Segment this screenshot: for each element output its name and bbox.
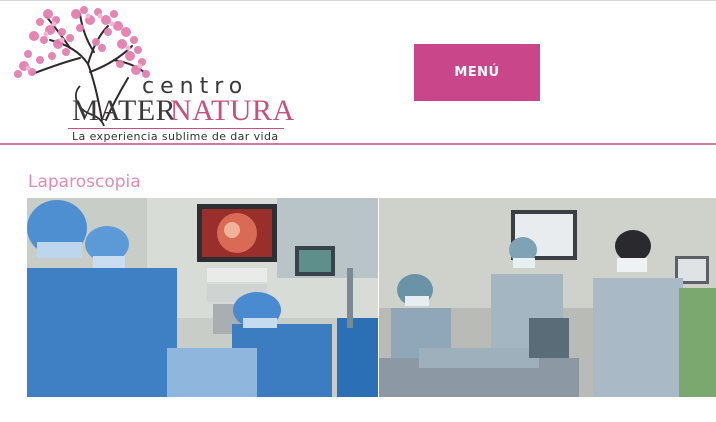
menu-button[interactable]: MENÚ — [414, 44, 540, 101]
logo-natura-text: NATURA — [170, 94, 295, 127]
header-divider — [0, 143, 716, 145]
surgery-photo-right — [379, 198, 716, 397]
logo-divider — [68, 128, 284, 129]
page-title: Laparoscopia — [28, 172, 141, 192]
surgery-photo-left — [27, 198, 378, 397]
top-border — [0, 0, 716, 1]
logo-tagline: La experiencia sublime de dar vida — [72, 130, 279, 143]
site-logo[interactable]: centro MATER NATURA La experiencia subli… — [10, 2, 300, 144]
logo-mater-text: MATER — [72, 94, 177, 127]
